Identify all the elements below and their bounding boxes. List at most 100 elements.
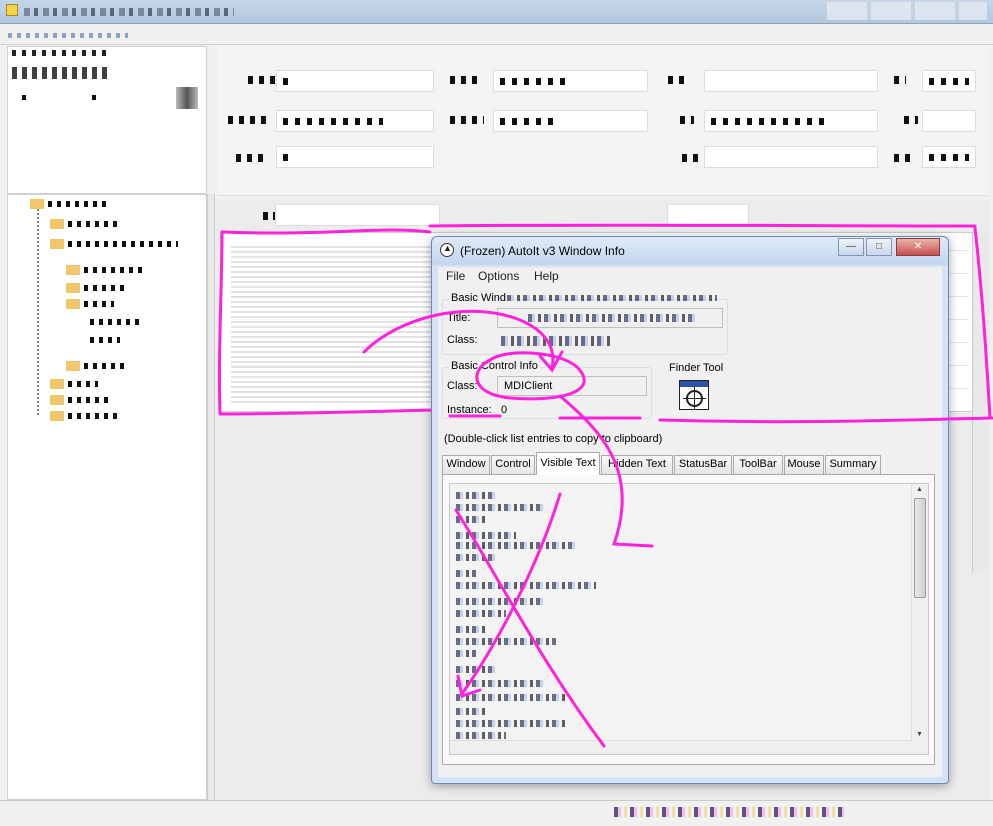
redacted-label — [904, 116, 918, 124]
redacted-label — [236, 154, 266, 162]
autoit-window-info-dialog: (Frozen) AutoIt v3 Window Info — □ ✕ Fil… — [431, 236, 949, 784]
host-form-area — [218, 46, 988, 196]
host-field[interactable] — [704, 110, 878, 132]
host-tree-view[interactable] — [7, 194, 207, 800]
list-item[interactable] — [456, 720, 566, 727]
host-menubar — [0, 25, 993, 45]
list-item[interactable] — [456, 638, 556, 645]
host-field[interactable] — [922, 146, 976, 168]
host-vertical-scrollbar[interactable] — [972, 232, 988, 572]
menu-file[interactable]: File — [446, 269, 465, 283]
visible-text-list[interactable]: ▲ ▼ — [449, 483, 929, 755]
host-field[interactable] — [275, 204, 440, 226]
host-field[interactable] — [493, 70, 648, 92]
tree-connector-lines — [37, 205, 39, 415]
list-item[interactable] — [456, 492, 496, 499]
list-item[interactable] — [456, 554, 496, 561]
host-menu-redacted[interactable] — [8, 33, 128, 38]
control-class-field[interactable]: MDIClient — [497, 376, 647, 396]
minimize-button[interactable]: — — [838, 238, 864, 256]
redacted-text — [84, 285, 124, 291]
folder-icon — [30, 199, 44, 209]
autoit-logo-icon — [440, 243, 454, 257]
title-label: Title: — [447, 312, 471, 324]
host-field[interactable] — [667, 204, 749, 226]
list-item[interactable] — [456, 610, 506, 617]
scroll-down-arrow-icon[interactable]: ▼ — [916, 731, 923, 738]
redacted-text — [711, 118, 831, 125]
host-field[interactable] — [922, 70, 976, 92]
host-field[interactable] — [276, 146, 434, 168]
redacted-text — [48, 201, 108, 207]
scroll-thumb[interactable] — [914, 498, 926, 598]
folder-icon — [66, 283, 80, 293]
host-field[interactable] — [276, 110, 434, 132]
list-item[interactable] — [456, 582, 596, 589]
tab-toolbar[interactable]: ToolBar — [733, 455, 783, 474]
folder-icon — [50, 219, 64, 229]
list-item[interactable] — [456, 570, 476, 577]
folder-icon — [50, 239, 64, 249]
redacted-text — [22, 95, 102, 100]
basic-window-info-group: Basic Wind Title: Class: — [442, 292, 728, 355]
redacted-text — [283, 154, 295, 161]
menu-options[interactable]: Options — [478, 269, 519, 283]
redacted-text — [90, 319, 140, 325]
list-item[interactable] — [456, 732, 506, 739]
host-statusbar — [0, 800, 993, 826]
close-button[interactable]: ✕ — [896, 238, 940, 256]
redacted-text — [12, 50, 112, 56]
class-label: Class: — [447, 334, 478, 346]
menu-help[interactable]: Help — [534, 269, 559, 283]
list-item[interactable] — [456, 504, 546, 511]
maximize-button[interactable]: □ — [866, 238, 892, 256]
host-field[interactable] — [704, 70, 878, 92]
list-item[interactable] — [456, 532, 516, 539]
tab-hidden-text[interactable]: Hidden Text — [601, 455, 673, 474]
tab-statusbar[interactable]: StatusBar — [674, 455, 732, 474]
host-field[interactable] — [493, 110, 648, 132]
redacted-text — [283, 78, 293, 85]
list-horizontal-scrollbar[interactable] — [450, 740, 913, 754]
host-app-icon — [6, 4, 18, 16]
dialog-titlebar[interactable]: (Frozen) AutoIt v3 Window Info — □ ✕ — [432, 237, 948, 265]
list-item[interactable] — [456, 516, 486, 523]
scroll-up-arrow-icon[interactable]: ▲ — [916, 486, 923, 493]
group-title: Basic Wind — [449, 292, 509, 304]
tab-summary[interactable]: Summary — [825, 455, 881, 474]
list-item[interactable] — [456, 666, 496, 673]
list-item[interactable] — [456, 650, 476, 657]
list-item[interactable] — [456, 680, 546, 687]
host-field[interactable] — [704, 146, 878, 168]
list-item[interactable] — [456, 542, 576, 549]
redacted-grid-content — [231, 243, 431, 403]
redacted-text — [528, 314, 698, 322]
visible-text-panel: ▲ ▼ — [442, 474, 935, 765]
window-title-field[interactable] — [497, 308, 723, 328]
crosshair-icon[interactable] — [679, 380, 709, 410]
instance-value: 0 — [501, 404, 508, 416]
host-field[interactable] — [922, 110, 976, 132]
list-item[interactable] — [456, 598, 546, 605]
host-title-redacted — [24, 8, 234, 16]
tab-window[interactable]: Window — [442, 455, 490, 474]
folder-icon — [50, 379, 64, 389]
tab-control[interactable]: Control — [491, 455, 535, 474]
tab-visible-text[interactable]: Visible Text — [536, 452, 600, 475]
host-left-header-panel — [7, 46, 207, 194]
redacted-label — [680, 116, 694, 124]
folder-icon — [66, 299, 80, 309]
redacted-label — [668, 76, 690, 84]
redacted-label — [682, 154, 702, 162]
host-field[interactable] — [276, 70, 434, 92]
host-window-buttons[interactable] — [827, 2, 987, 20]
list-vertical-scrollbar[interactable]: ▲ ▼ — [911, 484, 928, 754]
list-item[interactable] — [456, 694, 566, 701]
tab-mouse[interactable]: Mouse — [784, 455, 824, 474]
host-splitter[interactable] — [207, 194, 215, 800]
list-item[interactable] — [456, 626, 486, 633]
crosshair-glyph — [683, 387, 706, 410]
class-label: Class: — [447, 380, 478, 392]
redacted-text — [84, 363, 128, 369]
list-item[interactable] — [456, 708, 486, 715]
